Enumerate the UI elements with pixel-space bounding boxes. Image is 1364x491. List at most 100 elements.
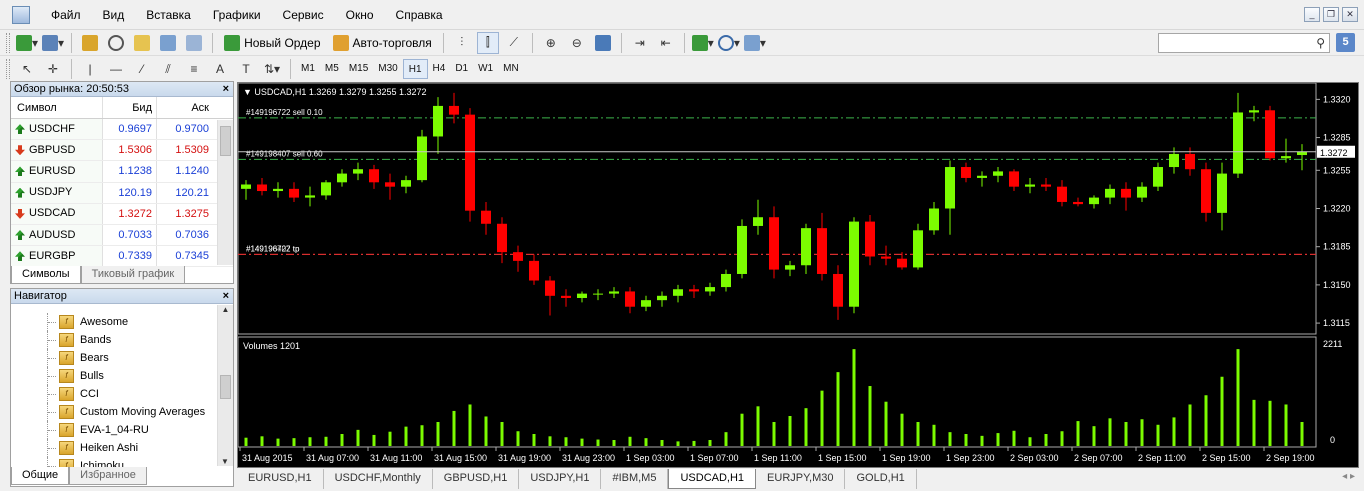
tester-button[interactable] xyxy=(183,32,205,54)
price-tick-label: 1.3255 xyxy=(1323,165,1351,175)
navigator-item[interactable]: f Custom Moving Averages xyxy=(11,403,233,421)
crosshair-tool[interactable]: ✛ xyxy=(42,58,64,80)
time-tick-label: 1 Sep 03:00 xyxy=(626,453,675,463)
market-watch-row[interactable]: USDCAD 1.3272 1.3275 xyxy=(11,203,233,225)
new-chart-button[interactable]: ▾ xyxy=(16,32,38,54)
timeframe-m30[interactable]: M30 xyxy=(373,59,402,79)
tab-scroll-arrows[interactable]: ◂ ▸ xyxy=(1342,471,1355,482)
tab-symbols[interactable]: Символы xyxy=(11,266,81,284)
tab-favorites[interactable]: Избранное xyxy=(69,467,147,485)
timeframe-m5[interactable]: M5 xyxy=(320,59,344,79)
bar-chart-button[interactable]: ⫶ xyxy=(451,32,473,54)
timeframe-h1[interactable]: H1 xyxy=(402,59,428,79)
col-symbol[interactable]: Символ xyxy=(11,97,102,118)
tile-windows-button[interactable] xyxy=(592,32,614,54)
ask-value: 0.9700 xyxy=(156,119,213,140)
menu-insert[interactable]: Вставка xyxy=(135,0,202,30)
candle-body xyxy=(337,173,347,183)
market-watch-row[interactable]: EURUSD 1.1238 1.1240 xyxy=(11,161,233,183)
candle-body xyxy=(833,273,843,307)
zoom-out-button[interactable]: ⊖ xyxy=(566,32,588,54)
time-tick-label: 31 Aug 11:00 xyxy=(370,453,422,463)
market-watch-scrollbar[interactable] xyxy=(217,120,233,265)
chart-window[interactable]: ▼ USDCAD,H1 1.3269 1.3279 1.3255 1.3272 1… xyxy=(237,82,1359,468)
templates-button[interactable]: ▾ xyxy=(743,32,766,54)
menu-tools[interactable]: Сервис xyxy=(272,0,335,30)
navigator-item[interactable]: f Awesome xyxy=(11,313,233,331)
col-ask[interactable]: Аск xyxy=(156,97,213,118)
data-window-button[interactable] xyxy=(105,32,127,54)
chart-tab-ibm[interactable]: #IBM,M5 xyxy=(601,469,669,489)
trendline-tool[interactable]: ⁄ xyxy=(131,58,153,80)
arrows-tool[interactable]: ⇅▾ xyxy=(261,58,283,80)
close-button[interactable]: ✕ xyxy=(1342,7,1358,22)
price-tick-label: 1.3285 xyxy=(1323,133,1351,143)
new-order-button[interactable]: Новый Ордер xyxy=(220,32,324,54)
market-watch-row[interactable]: USDJPY 120.19 120.21 xyxy=(11,182,233,204)
equidistant-channel-tool[interactable]: ⫽ xyxy=(157,58,179,80)
menu-view[interactable]: Вид xyxy=(92,0,136,30)
navigator-scrollbar[interactable]: ▲ ▼ xyxy=(217,305,233,466)
close-icon[interactable]: × xyxy=(223,289,229,304)
timeframe-d1[interactable]: D1 xyxy=(450,59,473,79)
navigator-button[interactable] xyxy=(131,32,153,54)
navigator-item[interactable]: f Bears xyxy=(11,349,233,367)
chart-tab-eurusd[interactable]: EURUSD,H1 xyxy=(237,469,324,489)
chart-tab-gold[interactable]: GOLD,H1 xyxy=(845,469,917,489)
navigator-item[interactable]: f Bulls xyxy=(11,367,233,385)
search-input[interactable]: ⚲ xyxy=(1158,33,1330,53)
market-watch-row[interactable]: AUDUSD 0.7033 0.7036 xyxy=(11,224,233,247)
market-watch-row[interactable]: GBPUSD 1.5306 1.5309 xyxy=(11,140,233,162)
navigator-item[interactable]: f EVA-1_04-RU xyxy=(11,421,233,439)
navigator-item[interactable]: f Bands xyxy=(11,331,233,349)
market-watch-row[interactable]: EURGBP 0.7339 0.7345 xyxy=(11,246,233,268)
text-tool[interactable]: A xyxy=(209,58,231,80)
line-chart-button[interactable]: ⟋ xyxy=(503,32,525,54)
text-label-tool[interactable]: T xyxy=(235,58,257,80)
time-tick-label: 1 Sep 15:00 xyxy=(818,453,867,463)
timeframe-m15[interactable]: M15 xyxy=(344,59,373,79)
tab-tick-chart[interactable]: Тиковый график xyxy=(80,266,186,284)
arrow-down-icon xyxy=(15,208,25,219)
menu-help[interactable]: Справка xyxy=(385,0,454,30)
market-watch-button[interactable] xyxy=(79,32,101,54)
restore-button[interactable]: ❐ xyxy=(1323,7,1339,22)
cursor-tool[interactable]: ↖ xyxy=(16,58,38,80)
timeframe-w1[interactable]: W1 xyxy=(473,59,498,79)
profiles-button[interactable]: ▾ xyxy=(42,32,64,54)
timeframe-mn[interactable]: MN xyxy=(498,59,524,79)
periods-button[interactable]: ▾ xyxy=(717,32,740,54)
chart-shift-button[interactable]: ⇤ xyxy=(655,32,677,54)
market-watch-row[interactable]: USDCHF 0.9697 0.9700 xyxy=(11,119,233,141)
zoom-in-button[interactable]: ⊕ xyxy=(540,32,562,54)
app-icon xyxy=(12,5,30,24)
timeframe-m1[interactable]: M1 xyxy=(296,59,320,79)
menu-charts[interactable]: Графики xyxy=(202,0,272,30)
vertical-line-tool[interactable]: | xyxy=(79,58,101,80)
chart-tab-usdcad[interactable]: USDCAD,H1 xyxy=(668,469,757,489)
tab-general[interactable]: Общие xyxy=(11,467,70,485)
terminal-button[interactable] xyxy=(157,32,179,54)
notifications-badge[interactable]: 5 xyxy=(1336,33,1355,52)
menu-window[interactable]: Окно xyxy=(335,0,385,30)
horizontal-line-tool[interactable]: — xyxy=(105,58,127,80)
col-bid[interactable]: Бид xyxy=(102,97,156,118)
indicators-button[interactable]: ▾ xyxy=(691,32,714,54)
price-chart[interactable]: ▼ USDCAD,H1 1.3269 1.3279 1.3255 1.3272 1… xyxy=(238,83,1358,467)
chart-tab-gbpusd[interactable]: GBPUSD,H1 xyxy=(433,469,520,489)
timeframe-h4[interactable]: H4 xyxy=(428,59,451,79)
chart-tab-usdchf[interactable]: USDCHF,Monthly xyxy=(324,469,433,489)
candle-body xyxy=(673,289,683,296)
minimize-button[interactable]: _ xyxy=(1304,7,1320,22)
chart-tab-eurjpy[interactable]: EURJPY,M30 xyxy=(756,469,846,489)
chart-tab-usdjpy[interactable]: USDJPY,H1 xyxy=(519,469,602,489)
bid-value: 0.7033 xyxy=(102,224,156,246)
navigator-item[interactable]: f Heiken Ashi xyxy=(11,439,233,457)
auto-scroll-button[interactable]: ⇥ xyxy=(629,32,651,54)
auto-trade-button[interactable]: Авто-торговля xyxy=(329,32,436,54)
candlestick-button[interactable]: ⫿ xyxy=(476,31,499,54)
menu-file[interactable]: Файл xyxy=(40,0,92,30)
fibonacci-tool[interactable]: ≡ xyxy=(183,58,205,80)
close-icon[interactable]: × xyxy=(223,82,229,97)
navigator-item[interactable]: f CCI xyxy=(11,385,233,403)
